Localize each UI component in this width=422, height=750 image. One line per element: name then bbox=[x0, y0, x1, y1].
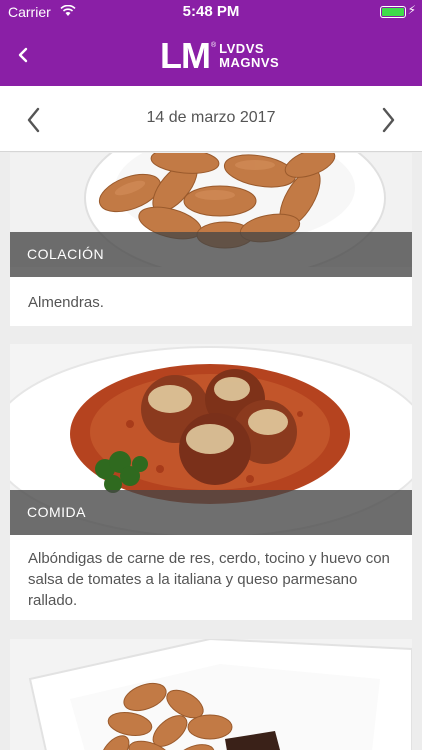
meal-card[interactable]: COMIDA Albóndigas de carne de res, cerdo… bbox=[10, 344, 412, 620]
logo-registered-mark: ® bbox=[210, 42, 217, 49]
meal-label: COLACIÓN bbox=[10, 232, 412, 277]
almonds-chocolate-photo bbox=[10, 639, 412, 750]
date-navigator: 14 de marzo 2017 bbox=[0, 86, 422, 152]
battery-icon bbox=[380, 6, 406, 18]
meal-card[interactable]: COLACIÓN Almendras. bbox=[10, 153, 412, 326]
meal-list[interactable]: COLACIÓN Almendras. COMIDA Albóndigas de… bbox=[0, 153, 422, 750]
status-bar: Carrier 5:48 PM ⚡ bbox=[0, 0, 422, 24]
meal-label: COMIDA bbox=[10, 490, 412, 535]
meal-description: Albóndigas de carne de res, cerdo, tocin… bbox=[28, 550, 390, 609]
next-day-chevron-icon[interactable] bbox=[378, 106, 398, 134]
logo-words: LVDVS MAGNVS bbox=[219, 42, 279, 70]
meal-description: Almendras. bbox=[28, 294, 104, 311]
logo-line2: MAGNVS bbox=[219, 55, 280, 70]
nav-bar: LM ® LVDVS MAGNVS bbox=[0, 24, 422, 86]
meal-card[interactable] bbox=[10, 639, 412, 750]
back-chevron-icon[interactable] bbox=[12, 38, 38, 72]
logo-line1: LVDVS bbox=[219, 41, 265, 56]
app-logo: LM ® LVDVS MAGNVS bbox=[160, 36, 279, 76]
charging-icon: ⚡ bbox=[407, 3, 416, 17]
clock: 5:48 PM bbox=[182, 3, 240, 20]
current-date: 14 de marzo 2017 bbox=[146, 109, 276, 126]
logo-lm: LM bbox=[160, 35, 211, 76]
